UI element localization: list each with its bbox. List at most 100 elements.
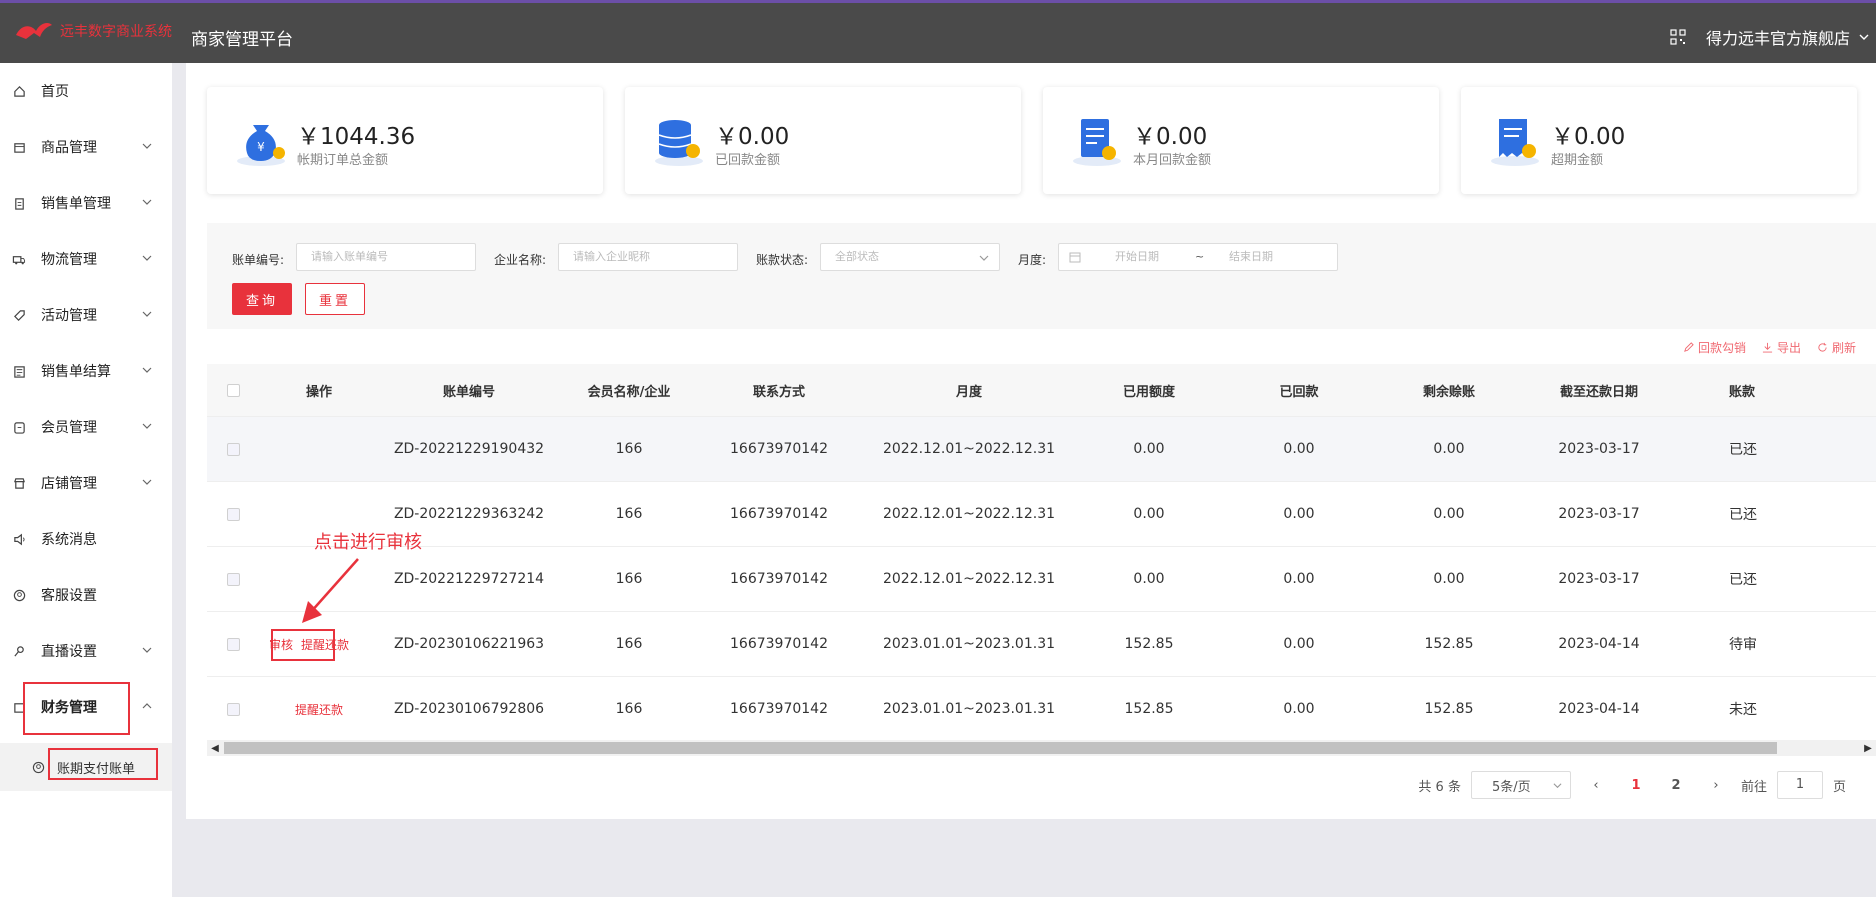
table-row[interactable]: ZD-20221229727214 166 16673970142 2022.1…: [207, 547, 1876, 612]
reset-button[interactable]: 重置: [305, 283, 365, 315]
tag-icon: [12, 308, 26, 322]
reconcile-label: 回款勾销: [1697, 341, 1746, 355]
remaining-cell: 152.85: [1424, 636, 1474, 652]
table-row[interactable]: ZD-20221229190432 166 16673970142 2022.1…: [207, 417, 1876, 482]
select-all-checkbox[interactable]: [226, 383, 240, 397]
sidebar-item-logistics[interactable]: 物流管理: [0, 231, 172, 287]
card-label: 本月回款金额: [1133, 153, 1212, 168]
page-button[interactable]: 2: [1661, 778, 1691, 793]
company-input[interactable]: 请输入企业昵称: [558, 243, 738, 271]
calendar-icon: [1069, 252, 1081, 263]
remaining-cell: 0.00: [1433, 506, 1465, 522]
range-separator: ~: [1195, 250, 1205, 263]
column-header: 会员名称/企业: [587, 384, 671, 400]
qr-code-icon[interactable]: [1670, 29, 1686, 45]
used-cell: 0.00: [1133, 506, 1165, 522]
table-row[interactable]: ZD-20221229363242 166 16673970142 2022.1…: [207, 482, 1876, 547]
end-date-input[interactable]: 结束日期: [1229, 244, 1273, 270]
row-checkbox[interactable]: [226, 572, 240, 586]
chevron-down-icon: [142, 255, 152, 261]
month-cell: 2023.01.01~2023.01.31: [882, 636, 1056, 652]
goto-page-input[interactable]: 1: [1776, 771, 1823, 799]
summary-card: ¥ ￥1044.36 帐期订单总金额: [207, 87, 603, 194]
logo[interactable]: 远丰数字商业系统: [14, 19, 172, 43]
sidebar-item-live[interactable]: 直播设置: [0, 623, 172, 679]
page-size-select[interactable]: 5条/页: [1470, 771, 1571, 799]
pencil-icon: [1684, 342, 1694, 352]
company-label: 企业名称:: [494, 253, 547, 267]
row-checkbox[interactable]: [226, 442, 240, 456]
export-label: 导出: [1776, 341, 1801, 355]
member-cell: 166: [615, 571, 643, 587]
chevron-down-icon: [142, 311, 152, 317]
sidebar-item-sales-orders[interactable]: 销售单管理: [0, 175, 172, 231]
sidebar-item-customer-service[interactable]: 客服设置: [0, 567, 172, 623]
table-row[interactable]: 审核 提醒还款 ZD-20230106221963 166 1667397014…: [207, 612, 1876, 677]
bill-no-input[interactable]: 请输入账单编号: [296, 243, 476, 271]
sidebar-item-activities[interactable]: 活动管理: [0, 287, 172, 343]
export-button[interactable]: 导出: [1762, 339, 1801, 356]
bill-no-cell: ZD-20221229190432: [393, 441, 545, 457]
bill-no-cell: ZD-20230106221963: [393, 636, 545, 652]
next-page-icon[interactable]: ›: [1701, 778, 1731, 793]
home-icon: [12, 84, 26, 98]
scroll-right-icon[interactable]: ▶: [1860, 740, 1876, 756]
used-cell: 152.85: [1124, 701, 1174, 717]
column-header: 已回款: [1279, 384, 1319, 400]
contact-cell: 16673970142: [730, 506, 828, 522]
start-date-input[interactable]: 开始日期: [1115, 244, 1159, 270]
bill-no-cell: ZD-20221229727214: [393, 571, 545, 587]
column-header: 账单编号: [442, 384, 495, 400]
query-button[interactable]: 查询: [232, 283, 292, 315]
sidebar-item-label: 直播设置: [41, 644, 97, 660]
sidebar-item-goods[interactable]: 商品管理: [0, 119, 172, 175]
repaid-cell: 0.00: [1283, 701, 1315, 717]
box-icon: [12, 140, 26, 154]
scroll-thumb[interactable]: [224, 742, 1777, 754]
sidebar-item-members[interactable]: 会员管理: [0, 399, 172, 455]
svg-text:¥: ¥: [257, 140, 265, 154]
status-select[interactable]: 全部状态: [820, 243, 1000, 271]
overdue-receipt-icon: [1491, 119, 1539, 166]
sidebar-item-home[interactable]: 首页: [0, 63, 172, 119]
user-circle-icon: [32, 761, 45, 774]
download-icon: [1762, 342, 1773, 353]
sidebar-item-shop[interactable]: 店铺管理: [0, 455, 172, 511]
total-count: 共 6 条: [1418, 779, 1461, 795]
card-label: 超期金额: [1551, 153, 1604, 168]
sidebar-item-label: 物流管理: [41, 252, 97, 268]
month-cell: 2023.01.01~2023.01.31: [882, 701, 1056, 717]
refresh-icon: [1818, 342, 1827, 352]
prev-page-icon[interactable]: ‹: [1581, 778, 1611, 793]
store-menu[interactable]: 得力远丰官方旗舰店: [1706, 25, 1876, 49]
bills-table: 操作 账单编号 会员名称/企业 联系方式 月度 已用额度 已回款 剩余赊账 截至…: [207, 364, 1876, 742]
scroll-left-icon[interactable]: ◀: [207, 740, 223, 756]
column-header: 操作: [305, 384, 332, 400]
month-range-picker[interactable]: 开始日期 ~ 结束日期: [1058, 243, 1338, 271]
chevron-down-icon: [142, 423, 152, 429]
table-horizontal-scrollbar[interactable]: ◀ ▶: [207, 740, 1876, 756]
sidebar-item-label: 首页: [41, 84, 69, 100]
remind-payment-link[interactable]: 提醒还款: [295, 701, 343, 718]
row-checkbox[interactable]: [226, 702, 240, 716]
sidebar-item-settlement[interactable]: 销售单结算: [0, 343, 172, 399]
column-header: 联系方式: [752, 384, 805, 400]
month-cell: 2022.12.01~2022.12.31: [882, 571, 1056, 587]
card-amount: ￥0.00: [1551, 124, 1626, 150]
column-header: 月度: [955, 384, 982, 400]
sidebar-item-label: 销售单结算: [41, 364, 111, 380]
table-row[interactable]: 提醒还款 ZD-20230106792806 166 16673970142 2…: [207, 677, 1876, 742]
reconcile-button[interactable]: 回款勾销: [1683, 339, 1746, 356]
sidebar-item-messages[interactable]: 系统消息: [0, 511, 172, 567]
filter-panel: 账单编号: 请输入账单编号 企业名称: 请输入企业昵称 账款状态: 全部状态 月…: [207, 223, 1876, 329]
refresh-button[interactable]: 刷新: [1817, 339, 1856, 356]
row-checkbox[interactable]: [226, 507, 240, 521]
logo-text: 远丰数字商业系统: [60, 24, 172, 40]
sidebar-item-label: 商品管理: [41, 140, 97, 156]
page-button[interactable]: 1: [1621, 778, 1651, 793]
row-checkbox[interactable]: [226, 637, 240, 651]
month-cell: 2022.12.01~2022.12.31: [882, 506, 1056, 522]
chevron-down-icon: [142, 199, 152, 205]
chevron-down-icon: [142, 143, 152, 149]
chevron-up-icon: [142, 703, 152, 709]
